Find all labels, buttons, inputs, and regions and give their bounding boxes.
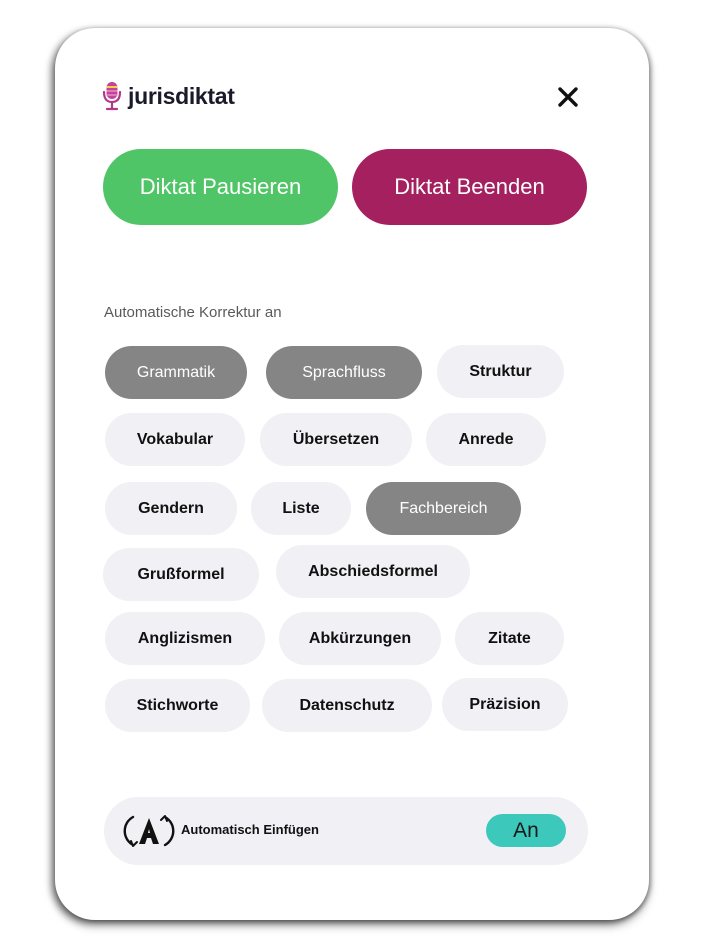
chip-abschiedsformel[interactable]: Abschiedsformel — [276, 545, 470, 598]
pause-dictation-button[interactable]: Diktat Pausieren — [103, 149, 338, 225]
chip-praezision[interactable]: Präzision — [442, 678, 568, 731]
end-dictation-button[interactable]: Diktat Beenden — [352, 149, 587, 225]
chip-fachbereich[interactable]: Fachbereich — [366, 482, 521, 535]
brand-logo: jurisdiktat — [101, 78, 235, 114]
chip-datenschutz[interactable]: Datenschutz — [262, 679, 432, 732]
chip-uebersetzen[interactable]: Übersetzen — [260, 413, 412, 466]
auto-insert-icon — [123, 815, 175, 847]
chip-abkuerzungen[interactable]: Abkürzungen — [279, 612, 441, 665]
chip-struktur[interactable]: Struktur — [437, 345, 564, 398]
logo-text: jurisdiktat — [128, 82, 235, 109]
close-button[interactable] — [555, 84, 581, 110]
chip-sprachfluss[interactable]: Sprachfluss — [266, 346, 422, 399]
auto-insert-toggle[interactable]: An — [486, 814, 566, 847]
auto-insert-label: Automatisch Einfügen — [181, 822, 319, 837]
correction-section-label: Automatische Korrektur an — [104, 304, 282, 321]
chip-grussformel[interactable]: Grußformel — [103, 548, 259, 601]
dictation-panel: jurisdiktat Diktat Pausieren Diktat Been… — [55, 28, 649, 920]
auto-insert-row: Automatisch Einfügen An — [104, 797, 588, 865]
chip-gendern[interactable]: Gendern — [105, 482, 237, 535]
chip-stichworte[interactable]: Stichworte — [105, 679, 250, 732]
close-icon — [558, 87, 578, 107]
chip-vokabular[interactable]: Vokabular — [105, 413, 245, 466]
chip-liste[interactable]: Liste — [251, 482, 351, 535]
chip-zitate[interactable]: Zitate — [455, 612, 564, 665]
microphone-icon — [102, 82, 122, 111]
chip-anrede[interactable]: Anrede — [426, 413, 546, 466]
chip-grammatik[interactable]: Grammatik — [105, 346, 247, 399]
chip-anglizismen[interactable]: Anglizismen — [105, 612, 265, 665]
